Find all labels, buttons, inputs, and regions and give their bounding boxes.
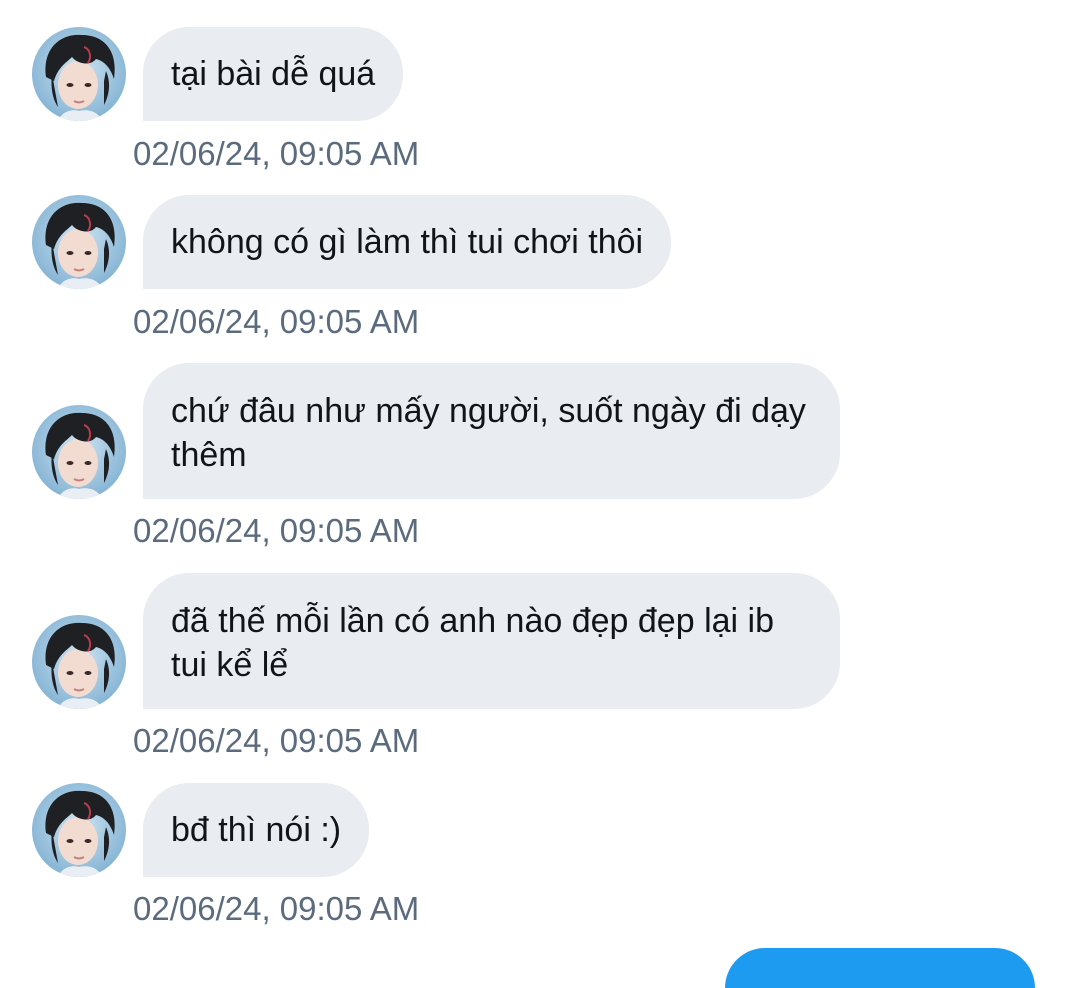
- avatar[interactable]: [32, 195, 126, 289]
- message-timestamp: 02/06/24, 09:05 AM: [133, 135, 420, 172]
- sent-message-bubble[interactable]: [725, 948, 1035, 988]
- message-timestamp: 02/06/24, 09:05 AM: [133, 303, 420, 340]
- message-text: tại bài dễ quá: [171, 55, 376, 93]
- message-text: đã thế mỗi lần có anh nào đẹp đẹp lại ib…: [171, 602, 775, 684]
- message-bubble[interactable]: tại bài dễ quá: [143, 27, 404, 121]
- message-text: không có gì làm thì tui chơi thôi: [171, 223, 644, 261]
- message-bubble[interactable]: đã thế mỗi lần có anh nào đẹp đẹp lại ib…: [143, 573, 840, 709]
- message-timestamp: 02/06/24, 09:05 AM: [133, 512, 420, 549]
- message-timestamp: 02/06/24, 09:05 AM: [133, 890, 420, 927]
- message-bubble[interactable]: không có gì làm thì tui chơi thôi: [143, 195, 672, 289]
- message-bubble[interactable]: bđ thì nói :): [143, 783, 370, 877]
- avatar[interactable]: [32, 405, 126, 499]
- message-timestamp: 02/06/24, 09:05 AM: [133, 722, 420, 759]
- avatar[interactable]: [32, 27, 126, 121]
- message-bubble[interactable]: chứ đâu như mấy người, suốt ngày đi dạy …: [143, 363, 840, 499]
- message-text: bđ thì nói :): [171, 811, 342, 849]
- avatar[interactable]: [32, 783, 126, 877]
- avatar[interactable]: [32, 615, 126, 709]
- message-text: chứ đâu như mấy người, suốt ngày đi dạy …: [171, 392, 806, 474]
